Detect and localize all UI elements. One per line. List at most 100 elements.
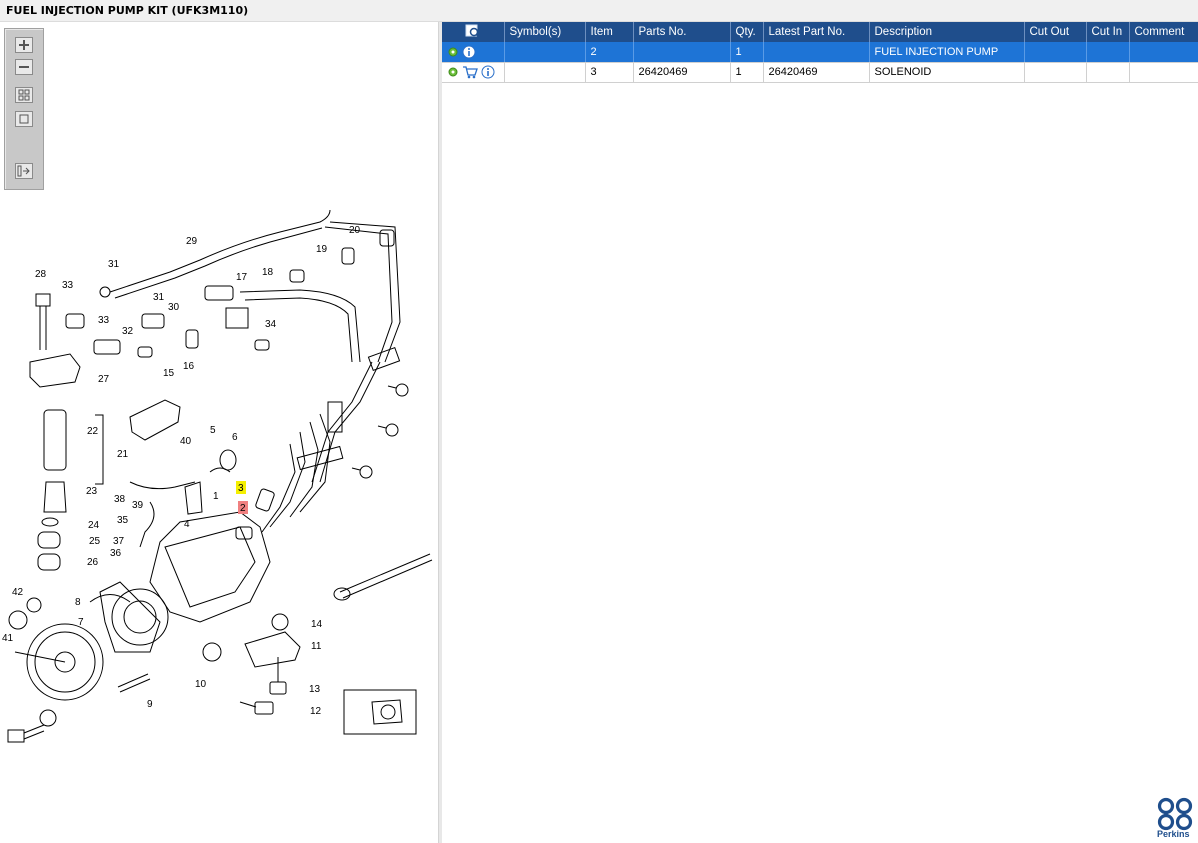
- svg-text:37: 37: [113, 536, 125, 547]
- cell-cut-in: [1086, 42, 1130, 63]
- cell-cut-in: [1086, 62, 1130, 83]
- cell-latest-part-no: [763, 42, 870, 63]
- column-header-tools[interactable]: [442, 22, 505, 42]
- svg-text:28: 28: [35, 269, 47, 280]
- cell-qty: 1: [730, 42, 764, 63]
- parts-grid-pane: Symbol(s) Item Parts No. Qty. Latest Par…: [442, 22, 1198, 843]
- svg-text:26: 26: [87, 557, 99, 568]
- svg-text:31: 31: [108, 259, 120, 270]
- table-row[interactable]: 3 26420469 1 26420469 SOLENOID: [442, 62, 1198, 83]
- svg-text:17: 17: [236, 272, 248, 283]
- svg-text:6: 6: [232, 432, 238, 443]
- svg-text:32: 32: [122, 326, 134, 337]
- cell-cut-out: [1024, 62, 1087, 83]
- zoom-out-icon: [19, 66, 29, 68]
- cell-latest-part-no: 26420469: [763, 62, 870, 83]
- svg-text:7: 7: [78, 617, 84, 628]
- svg-text:39: 39: [132, 500, 144, 511]
- svg-text:33: 33: [98, 315, 110, 326]
- svg-text:5: 5: [210, 425, 216, 436]
- cell-item: 2: [585, 42, 634, 63]
- parts-table: Symbol(s) Item Parts No. Qty. Latest Par…: [442, 22, 1198, 83]
- svg-text:16: 16: [183, 361, 195, 372]
- svg-text:25: 25: [89, 536, 101, 547]
- viewer-toolbar: [4, 28, 44, 190]
- cell-description: SOLENOID: [869, 62, 1025, 83]
- column-header-qty[interactable]: Qty.: [730, 22, 764, 42]
- gear-icon[interactable]: [447, 46, 459, 58]
- svg-text:15: 15: [163, 368, 175, 379]
- column-header-item[interactable]: Item: [585, 22, 634, 42]
- svg-text:24: 24: [88, 520, 100, 531]
- svg-text:27: 27: [98, 374, 110, 385]
- row-actions: [442, 42, 505, 63]
- gear-icon[interactable]: [447, 66, 459, 78]
- svg-text:14: 14: [311, 619, 323, 630]
- svg-text:1: 1: [213, 491, 219, 502]
- svg-text:4: 4: [184, 519, 190, 530]
- fit-all-icon: [18, 89, 30, 101]
- row-actions: [442, 62, 505, 83]
- svg-text:20: 20: [349, 225, 361, 236]
- svg-text:21: 21: [117, 449, 129, 460]
- title-bar: FUEL INJECTION PUMP KIT (UFK3M110): [0, 0, 1198, 22]
- zoom-in-icon: [19, 40, 29, 50]
- svg-text:23: 23: [86, 486, 98, 497]
- cell-cut-out: [1024, 42, 1087, 63]
- toggle-list-button[interactable]: [15, 163, 33, 179]
- cell-symbols: [504, 62, 586, 83]
- search-list-icon: [465, 24, 480, 38]
- cell-description: FUEL INJECTION PUMP: [869, 42, 1025, 63]
- svg-text:3: 3: [238, 483, 244, 494]
- info-icon[interactable]: [481, 65, 495, 79]
- window-title: FUEL INJECTION PUMP KIT (UFK3M110): [6, 4, 249, 17]
- actual-size-button[interactable]: [15, 111, 33, 127]
- table-header-row: Symbol(s) Item Parts No. Qty. Latest Par…: [442, 22, 1198, 42]
- brand-name: Perkins: [1157, 829, 1190, 839]
- svg-text:38: 38: [114, 494, 126, 505]
- svg-text:13: 13: [309, 684, 321, 695]
- info-icon[interactable]: [462, 45, 476, 59]
- cart-icon[interactable]: [462, 65, 478, 79]
- svg-text:9: 9: [147, 699, 153, 710]
- zoom-in-button[interactable]: [15, 37, 33, 53]
- cell-comment: [1129, 42, 1198, 63]
- column-header-description[interactable]: Description: [869, 22, 1025, 42]
- exploded-parts-diagram[interactable]: 29 31 28 33 31 30 33 32 15 16 17 18 19 2…: [0, 182, 438, 762]
- svg-text:35: 35: [117, 515, 129, 526]
- svg-text:36: 36: [110, 548, 122, 559]
- column-header-cut-in[interactable]: Cut In: [1086, 22, 1130, 42]
- cell-symbols: [504, 42, 586, 63]
- svg-text:40: 40: [180, 436, 192, 447]
- column-header-parts-no[interactable]: Parts No.: [633, 22, 731, 42]
- svg-text:12: 12: [310, 706, 322, 717]
- svg-text:30: 30: [168, 302, 180, 313]
- svg-text:10: 10: [195, 679, 207, 690]
- column-header-symbols[interactable]: Symbol(s): [504, 22, 586, 42]
- svg-text:8: 8: [75, 597, 81, 608]
- svg-text:22: 22: [87, 426, 99, 437]
- column-header-latest-part-no[interactable]: Latest Part No.: [763, 22, 870, 42]
- actual-size-icon: [19, 114, 29, 124]
- zoom-out-button[interactable]: [15, 59, 33, 75]
- table-row[interactable]: 2 1 FUEL INJECTION PUMP: [442, 42, 1198, 63]
- cell-part-no: [633, 42, 731, 63]
- svg-text:19: 19: [316, 244, 328, 255]
- cell-item: 3: [585, 62, 634, 83]
- cell-comment: [1129, 62, 1198, 83]
- fit-all-button[interactable]: [15, 87, 33, 103]
- column-header-cut-out[interactable]: Cut Out: [1024, 22, 1087, 42]
- column-header-comment[interactable]: Comment: [1129, 22, 1198, 42]
- svg-text:42: 42: [12, 587, 24, 598]
- svg-text:2: 2: [240, 503, 246, 514]
- svg-text:41: 41: [2, 633, 14, 644]
- svg-text:18: 18: [262, 267, 274, 278]
- toggle-list-icon: [17, 165, 30, 177]
- svg-text:33: 33: [62, 280, 74, 291]
- cell-qty: 1: [730, 62, 764, 83]
- cell-part-no: 26420469: [633, 62, 731, 83]
- svg-text:11: 11: [311, 641, 322, 652]
- diagram-pane[interactable]: 29 31 28 33 31 30 33 32 15 16 17 18 19 2…: [0, 22, 438, 843]
- svg-text:29: 29: [186, 236, 198, 247]
- svg-text:31: 31: [153, 292, 165, 303]
